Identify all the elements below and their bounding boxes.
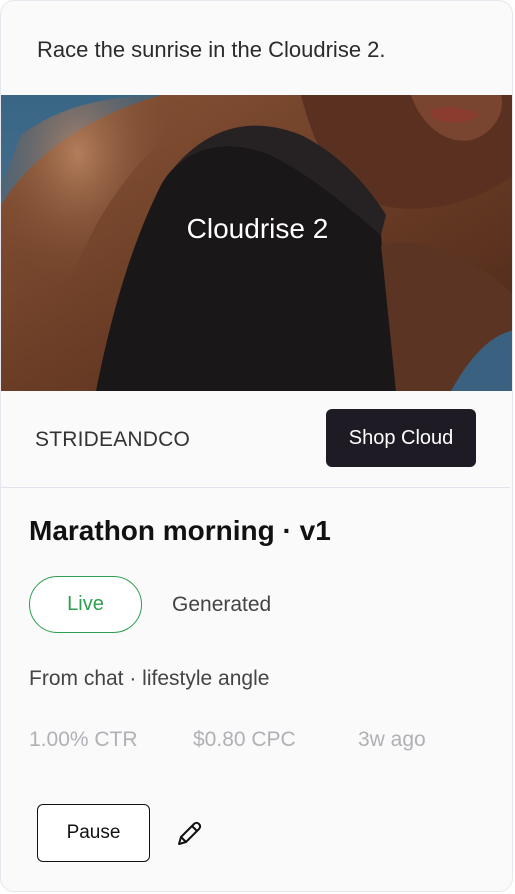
status-badge: Live (29, 576, 142, 633)
ad-headline: Cloudrise 2 (186, 213, 329, 244)
pencil-icon[interactable] (173, 818, 205, 850)
cpc-metric: $0.80 CPC (193, 728, 296, 751)
ad-hero-image: Cloudrise 2 (1, 95, 512, 391)
variant-title: Marathon morning · v1 (29, 515, 331, 546)
shop-cta-button[interactable]: Shop Cloud (326, 409, 476, 467)
pause-button[interactable]: Pause (37, 804, 150, 862)
source-type-label: Generated (172, 593, 272, 616)
ctr-metric: 1.00% CTR (29, 728, 138, 751)
brand-name: STRIDEANDCO (35, 428, 191, 451)
ad-primary-text: Race the sunrise in the Cloudrise 2. (37, 37, 386, 62)
age-metric: 3w ago (358, 728, 426, 751)
divider (1, 487, 510, 488)
ad-footer: STRIDEANDCO Shop Cloud (1, 391, 512, 487)
variant-origin: From chat · lifestyle angle (29, 667, 270, 690)
ad-variant-card: Race the sunrise in the Cloudrise 2. Clo… (0, 0, 513, 892)
edit-icon-svg (178, 821, 202, 845)
